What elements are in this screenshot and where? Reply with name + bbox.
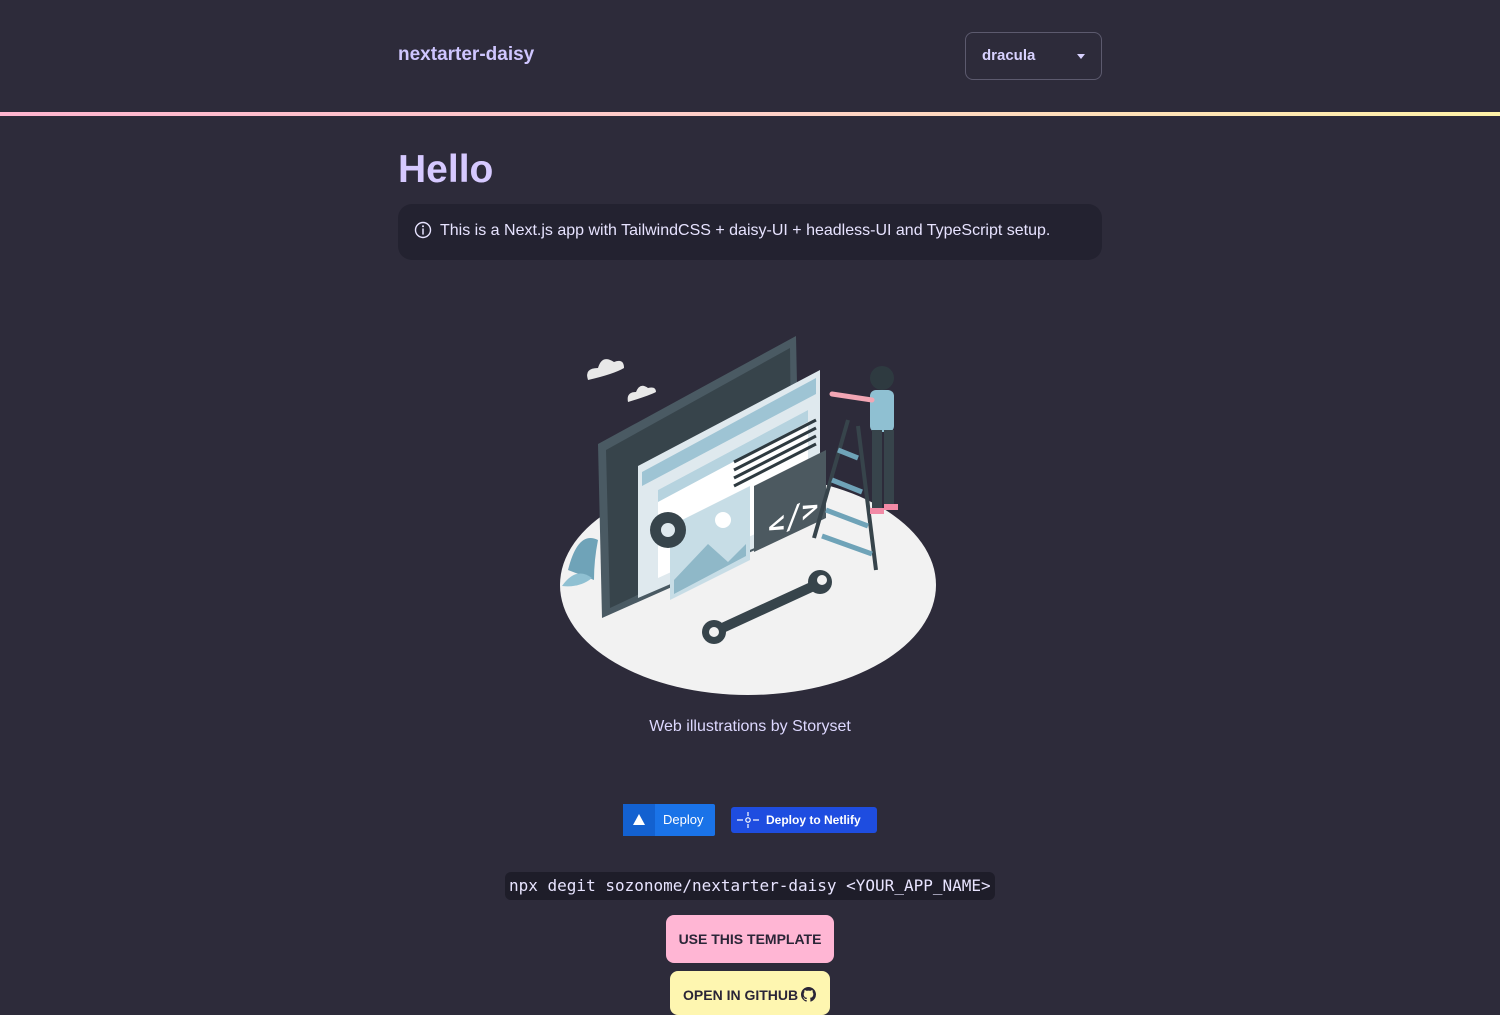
chevron-down-icon: [1077, 54, 1085, 59]
vercel-logo-icon-box: [623, 804, 655, 836]
degit-command: npx degit sozonome/nextarter-daisy <YOUR…: [505, 872, 995, 900]
illustration-credit-link[interactable]: Web illustrations by Storyset: [398, 718, 1102, 736]
deploy-vercel-button[interactable]: Deploy: [623, 804, 715, 836]
gradient-divider: [0, 112, 1500, 116]
web-development-illustration: </>: [560, 336, 936, 695]
info-alert: This is a Next.js app with TailwindCSS +…: [398, 204, 1102, 260]
vercel-triangle-icon: [633, 814, 645, 825]
theme-select[interactable]: dracula: [965, 32, 1102, 80]
alert-text: This is a Next.js app with TailwindCSS +…: [440, 222, 1051, 239]
deploy-netlify-label: Deploy to Netlify: [766, 813, 861, 827]
navbar-inner: nextarter-daisy dracula: [398, 0, 1102, 112]
page-heading: Hello: [398, 148, 494, 191]
use-template-button[interactable]: USE THIS TEMPLATE: [666, 915, 834, 963]
open-in-github-button[interactable]: OPEN IN GITHUB: [670, 971, 830, 1015]
info-icon: [414, 221, 432, 239]
open-in-github-label: OPEN IN GITHUB: [683, 987, 799, 1003]
netlify-logo-icon: [737, 812, 759, 828]
deploy-vercel-label: Deploy: [663, 812, 704, 827]
deploy-netlify-button[interactable]: Deploy to Netlify: [731, 807, 877, 833]
app-title-link[interactable]: nextarter-daisy: [398, 44, 534, 66]
theme-select-value: dracula: [982, 47, 1036, 64]
navbar: nextarter-daisy dracula: [0, 0, 1500, 116]
